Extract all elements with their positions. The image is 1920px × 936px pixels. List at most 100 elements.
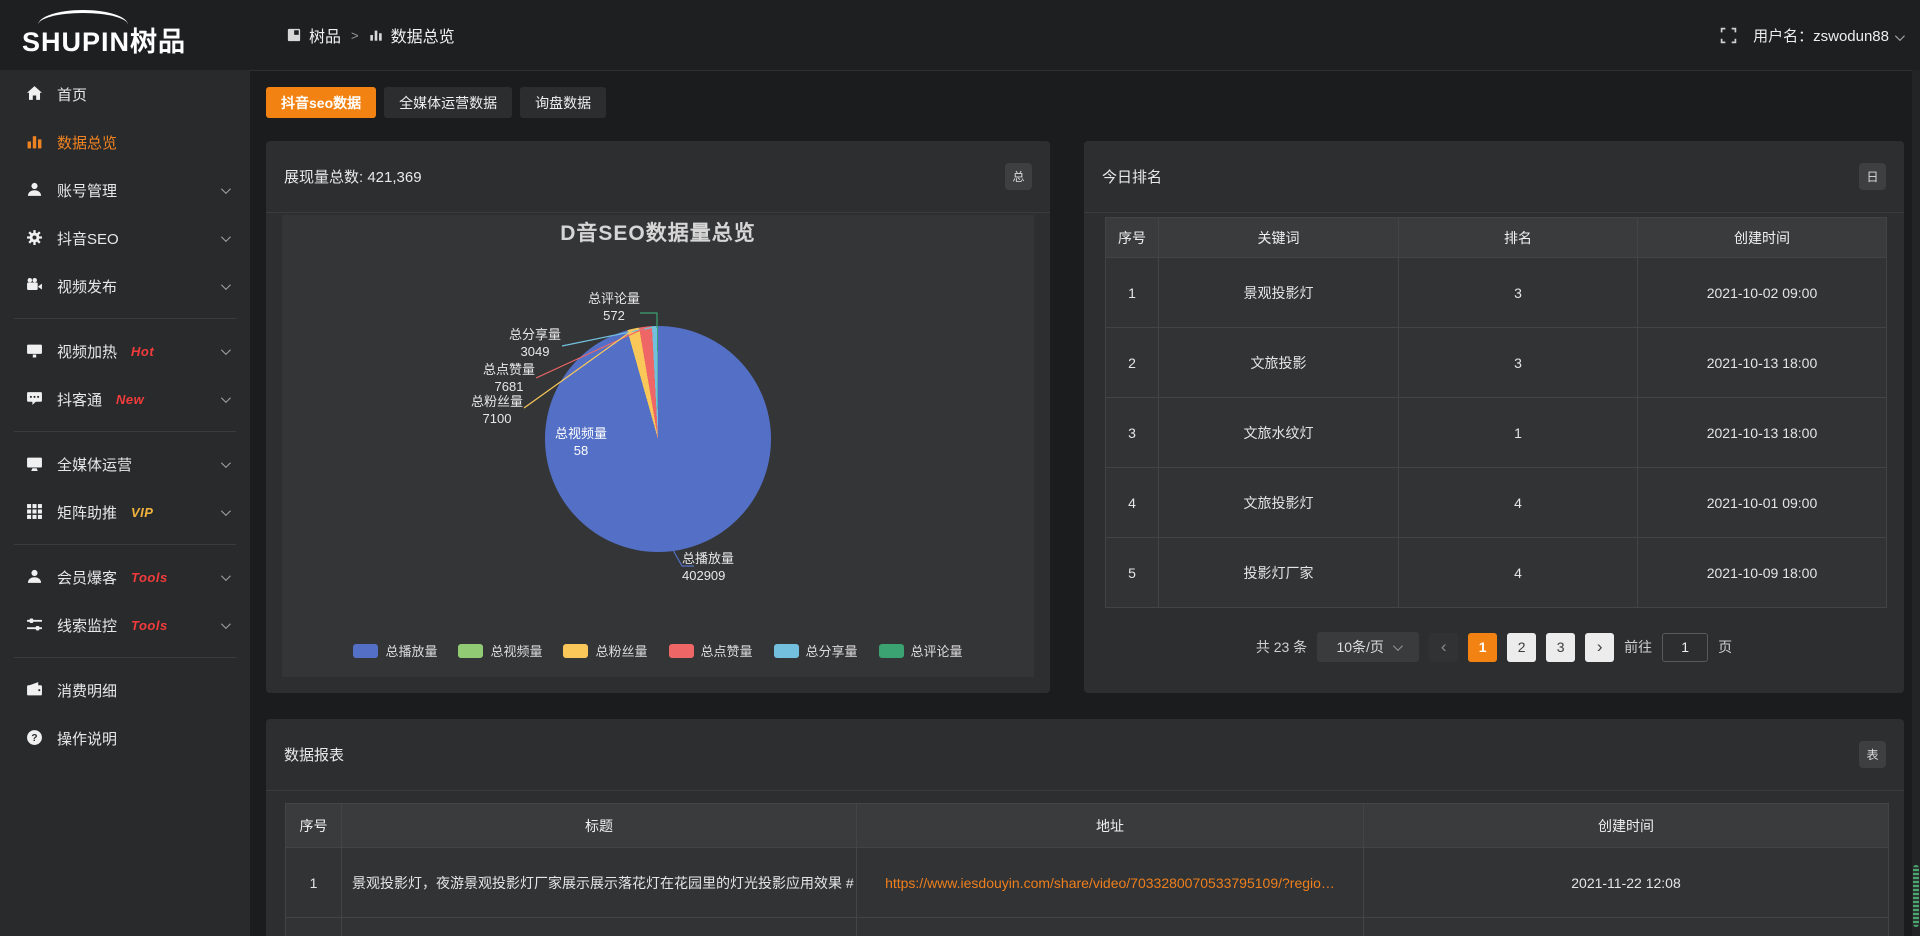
pie-label-value: 572	[569, 308, 659, 325]
scrollbar-thumb[interactable]	[1913, 865, 1919, 927]
pie-label-like: 总点赞量7681	[464, 362, 554, 396]
rank-panel-header: 今日排名 日	[1084, 141, 1904, 213]
chevron-down-icon	[221, 232, 231, 242]
column-header: 关键词	[1159, 218, 1399, 258]
legend-swatch	[879, 644, 904, 658]
sidebar-item-account[interactable]: 账号管理	[0, 166, 250, 214]
prev-page-button[interactable]: ‹	[1429, 633, 1458, 662]
rank-panel: 今日排名 日 序号关键词排名创建时间1景观投影灯32021-10-02 09:0…	[1084, 141, 1904, 693]
sidebar-item-seo[interactable]: 抖音SEO	[0, 214, 250, 262]
sidebar-item-member[interactable]: 会员爆客Tools	[0, 553, 250, 601]
table-cell: 2021-11-22 12:08	[1364, 848, 1889, 918]
legend-item[interactable]: 总视频量	[458, 641, 542, 660]
table-cell	[1364, 918, 1889, 936]
svg-text:?: ?	[31, 733, 37, 744]
sidebar-item-douketong[interactable]: 抖客通 New	[0, 375, 250, 423]
sidebar-item-matrix[interactable]: 矩阵助推VIP	[0, 488, 250, 536]
page-button-1[interactable]: 1	[1468, 633, 1497, 662]
goto-page-input[interactable]	[1662, 633, 1708, 662]
table-cell: 投影灯厂家	[1159, 538, 1399, 608]
page-size-select[interactable]: 10条/页	[1317, 632, 1419, 662]
sidebar-item-publish[interactable]: 视频发布	[0, 262, 250, 310]
sidebar-item-label: 操作说明	[57, 728, 117, 749]
user-icon	[26, 181, 44, 199]
sidebar-item-clue[interactable]: 线索监控Tools	[0, 601, 250, 649]
sidebar-item-media[interactable]: 全媒体运营	[0, 440, 250, 488]
legend-item[interactable]: 总分享量	[774, 641, 858, 660]
day-badge-button[interactable]: 日	[1859, 163, 1886, 190]
sidebar-item-heat[interactable]: 视频加热Hot	[0, 327, 250, 375]
sidebar-item-label: 抖客通	[57, 389, 102, 410]
sidebar-item-label: 线索监控	[57, 615, 117, 636]
column-header: 创建时间	[1638, 218, 1887, 258]
sidebar-item-consume[interactable]: 消费明细	[0, 666, 250, 714]
sidebar-item-badge: VIP	[131, 505, 153, 520]
table-cell: 4	[1399, 538, 1638, 608]
chevron-down-icon	[221, 345, 231, 355]
pie-chart: D音SEO数据量总览 总播放量402909总视频量58总粉丝量7100总点赞量7…	[282, 215, 1034, 677]
column-header: 创建时间	[1364, 804, 1889, 848]
legend-item[interactable]: 总播放量	[353, 641, 437, 660]
table-cell: 3	[1399, 328, 1638, 398]
legend-item[interactable]: 总评论量	[879, 641, 963, 660]
tab-media-data[interactable]: 全媒体运营数据	[384, 87, 512, 118]
pie-label-name: 总播放量	[682, 551, 734, 566]
table-cell: 2021-10-01 09:00	[1638, 468, 1887, 538]
column-header: 序号	[286, 804, 342, 848]
rank-table: 序号关键词排名创建时间1景观投影灯32021-10-02 09:002文旅投影3…	[1105, 217, 1887, 608]
sidebar-item-label: 视频发布	[57, 276, 117, 297]
sidebar-item-badge: New	[116, 392, 144, 407]
total-badge-button[interactable]: 总	[1005, 163, 1032, 190]
table-cell: 4	[1399, 468, 1638, 538]
page-button-2[interactable]: 2	[1507, 633, 1536, 662]
screen-icon	[26, 342, 44, 360]
chat-icon	[26, 390, 44, 408]
sidebar-item-home[interactable]: 首页	[0, 70, 250, 118]
next-page-button[interactable]: ›	[1585, 633, 1614, 662]
video-link[interactable]: https://www.iesdouyin.com/share/video/70…	[885, 875, 1335, 891]
pie-label-name: 总分享量	[509, 327, 561, 342]
main-content: 抖音seo数据全媒体运营数据询盘数据 展现量总数: 421,369 总 D音SE…	[250, 70, 1920, 936]
table-cell: 文旅投影	[1159, 328, 1399, 398]
goto-suffix: 页	[1718, 637, 1732, 657]
page-button-3[interactable]: 3	[1546, 633, 1575, 662]
gear-icon	[26, 229, 44, 247]
table-cell: 景观投影灯	[1159, 258, 1399, 328]
pie-label-name: 总视频量	[555, 426, 607, 441]
app-window: SHUPIN树品 树品 > 数据总览 用户名：zswodun88 首页数据总览账…	[0, 0, 1920, 936]
logo: SHUPIN树品	[22, 12, 237, 60]
sidebar-divider	[14, 544, 236, 545]
pie-label-value: 58	[536, 443, 626, 460]
legend-item[interactable]: 总粉丝量	[563, 641, 647, 660]
user-menu[interactable]: 用户名：zswodun88	[1753, 25, 1902, 46]
breadcrumb-current[interactable]: 数据总览	[391, 23, 455, 47]
table-cell: 5	[1106, 538, 1159, 608]
report-panel-title: 数据报表	[284, 744, 344, 765]
table-badge-button[interactable]: 表	[1859, 741, 1886, 768]
legend-item[interactable]: 总点赞量	[669, 641, 753, 660]
breadcrumb-root[interactable]: 树品	[309, 23, 341, 47]
sidebar-item-label: 账号管理	[57, 180, 117, 201]
table-cell	[857, 918, 1364, 936]
goto-label: 前往	[1624, 637, 1652, 657]
pie-label-name: 总点赞量	[483, 362, 535, 377]
sidebar-item-overview[interactable]: 数据总览	[0, 118, 250, 166]
legend-label: 总评论量	[911, 641, 963, 660]
fullscreen-icon[interactable]	[1720, 27, 1737, 44]
column-header: 排名	[1399, 218, 1638, 258]
sidebar-item-help[interactable]: ? 操作说明	[0, 714, 250, 762]
table-row: 5投影灯厂家42021-10-09 18:00	[1106, 538, 1887, 608]
pie-label-name: 总评论量	[588, 291, 640, 306]
chart-legend: 总播放量 总视频量 总粉丝量 总点赞量 总分享量 总评论量	[282, 641, 1034, 660]
tab-douyin-seo[interactable]: 抖音seo数据	[266, 87, 376, 118]
chart-panel-header: 展现量总数: 421,369 总	[266, 141, 1050, 213]
table-cell: 2	[1106, 328, 1159, 398]
wallet-icon	[26, 681, 44, 699]
tab-inquiry[interactable]: 询盘数据	[520, 87, 606, 118]
chevron-down-icon	[221, 458, 231, 468]
sidebar-item-label: 消费明细	[57, 680, 117, 701]
camera-icon	[26, 277, 44, 295]
table-cell: 2021-10-13 18:00	[1638, 328, 1887, 398]
table-cell: https://www.iesdouyin.com/share/video/70…	[857, 848, 1364, 918]
table-row	[286, 918, 1889, 936]
